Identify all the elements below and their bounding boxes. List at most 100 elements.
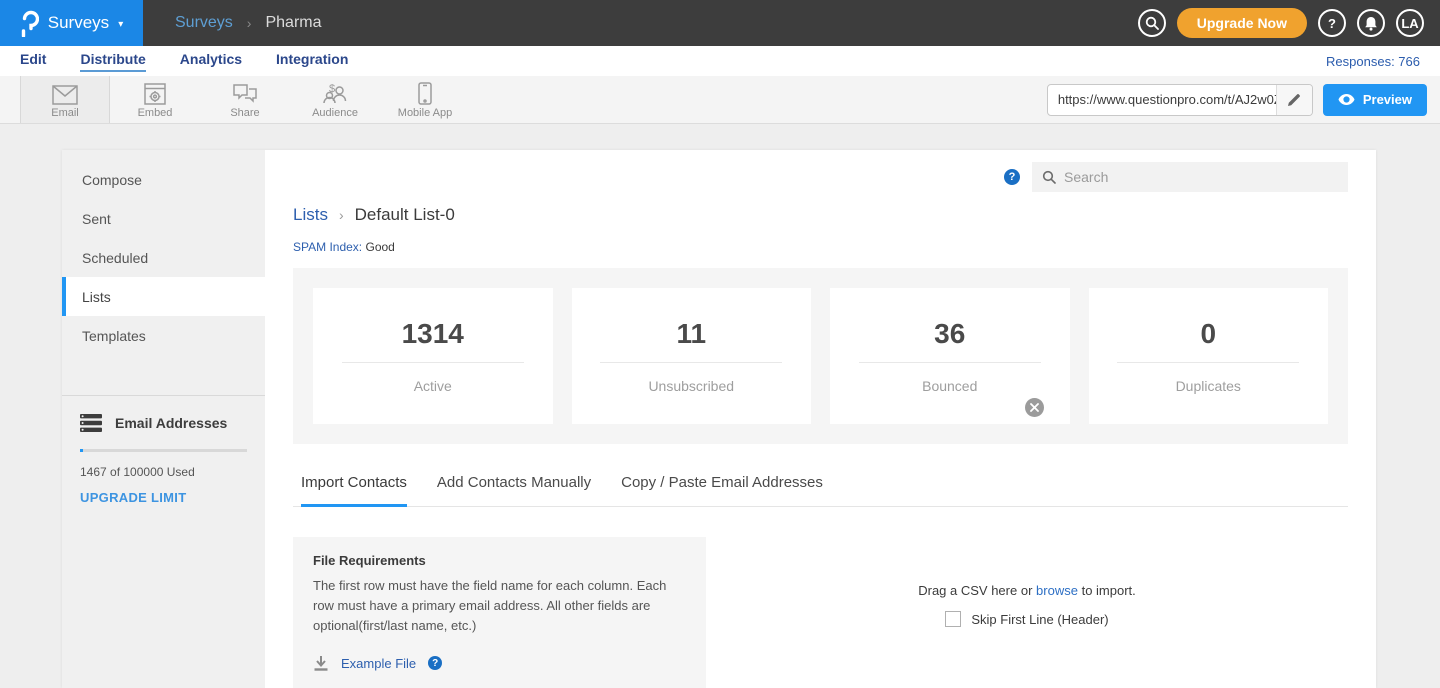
stat-value: 36: [934, 318, 965, 350]
help-button[interactable]: ?: [1318, 9, 1346, 37]
csv-drop-area[interactable]: Drag a CSV here or browse to import. Ski…: [706, 537, 1348, 688]
tab-distribute[interactable]: Distribute: [80, 51, 145, 72]
survey-url-group: https://www.questionpro.com/t/AJ2w0Z0: [1047, 84, 1313, 116]
bell-icon: [1364, 16, 1378, 31]
divider: [859, 362, 1041, 363]
download-icon: [313, 655, 329, 671]
sidebar-item-lists[interactable]: Lists: [62, 277, 265, 316]
edit-url-button[interactable]: [1276, 85, 1312, 115]
mobile-app-icon: [418, 81, 432, 105]
breadcrumb: Surveys › Pharma: [175, 14, 322, 32]
stat-label: Unsubscribed: [648, 378, 734, 394]
drop-text-after: to import.: [1082, 583, 1136, 598]
stat-card-bounced: 36 Bounced: [830, 288, 1070, 424]
search-button[interactable]: [1138, 9, 1166, 37]
divider: [342, 362, 524, 363]
search-input[interactable]: [1064, 169, 1338, 185]
caret-down-icon: ▾: [118, 17, 123, 30]
stat-value: 11: [676, 318, 706, 350]
tab-add-contacts-manually[interactable]: Add Contacts Manually: [437, 474, 591, 507]
notifications-button[interactable]: [1357, 9, 1385, 37]
close-icon: [1030, 403, 1039, 412]
file-requirements-box: File Requirements The first row must hav…: [293, 537, 706, 688]
toolbar-right: https://www.questionpro.com/t/AJ2w0Z0 Pr…: [1047, 76, 1440, 123]
toolbar-item-mobile-app[interactable]: Mobile App: [380, 76, 470, 123]
upgrade-limit-link[interactable]: UPGRADE LIMIT: [80, 490, 247, 505]
questionpro-logo-icon: [20, 10, 39, 37]
browse-link[interactable]: browse: [1036, 583, 1078, 598]
file-requirements-title: File Requirements: [313, 553, 686, 568]
usage-text: 1467 of 100000 Used: [80, 465, 247, 479]
tab-integration[interactable]: Integration: [276, 51, 348, 72]
divider: [1117, 362, 1299, 363]
preview-label: Preview: [1363, 92, 1412, 107]
email-addresses-title: Email Addresses: [115, 415, 227, 431]
skip-first-line-checkbox[interactable]: [945, 611, 961, 627]
spam-index-value: Good: [365, 240, 394, 254]
email-sidebar: Compose Sent Scheduled Lists Templates E…: [62, 150, 265, 688]
drop-instruction: Drag a CSV here or browse to import.: [918, 583, 1136, 598]
email-icon: [52, 81, 78, 105]
stat-card-duplicates: 0 Duplicates: [1089, 288, 1329, 424]
divider: [600, 362, 782, 363]
product-name: Surveys: [48, 13, 109, 33]
chevron-right-icon: ›: [247, 15, 252, 31]
breadcrumb-survey-name: Pharma: [265, 14, 321, 32]
tab-analytics[interactable]: Analytics: [180, 51, 242, 72]
sidebar-spacer: [62, 355, 265, 395]
example-file-link[interactable]: Example File: [341, 656, 416, 671]
search-box[interactable]: [1032, 162, 1348, 192]
sidebar-item-scheduled[interactable]: Scheduled: [62, 238, 265, 277]
toolbar-item-label: Mobile App: [398, 107, 452, 119]
sidebar-item-templates[interactable]: Templates: [62, 316, 265, 355]
product-switcher[interactable]: Surveys ▾: [0, 0, 143, 46]
toolbar-item-label: Audience: [312, 107, 358, 119]
list-detail-panel: ? Lists › Default List-0 SPAM Index: Goo…: [265, 150, 1376, 688]
survey-url[interactable]: https://www.questionpro.com/t/AJ2w0Z0: [1048, 85, 1276, 115]
distribute-toolbar: Email Embed Share $: [0, 76, 1440, 124]
share-icon: [233, 81, 257, 105]
tab-edit[interactable]: Edit: [20, 51, 46, 72]
current-list-name: Default List-0: [355, 205, 455, 225]
usage-progress-fill: [80, 449, 83, 452]
breadcrumb-surveys-link[interactable]: Surveys: [175, 14, 233, 32]
eye-icon: [1338, 94, 1355, 105]
toolbar-item-audience[interactable]: $ Audience: [290, 76, 380, 123]
stat-label: Active: [414, 378, 452, 394]
spam-index: SPAM Index: Good: [293, 240, 1348, 254]
spam-index-label: SPAM Index:: [293, 240, 362, 254]
avatar[interactable]: LA: [1396, 9, 1424, 37]
toolbar-item-label: Email: [51, 107, 79, 119]
responses-count[interactable]: Responses: 766: [1326, 54, 1420, 69]
audience-icon: $: [322, 81, 348, 105]
search-icon: [1145, 16, 1159, 30]
stat-value: 1314: [402, 318, 464, 350]
question-mark-icon: ?: [1328, 16, 1336, 31]
tab-copy-paste-email-addresses[interactable]: Copy / Paste Email Addresses: [621, 474, 823, 507]
stat-card-active: 1314 Active: [313, 288, 553, 424]
list-icon: [80, 414, 102, 432]
stat-card-unsubscribed: 11 Unsubscribed: [572, 288, 812, 424]
example-file-help-icon[interactable]: ?: [428, 656, 442, 670]
lists-link[interactable]: Lists: [293, 205, 328, 225]
toolbar-item-embed[interactable]: Embed: [110, 76, 200, 123]
toolbar-item-email[interactable]: Email: [20, 76, 110, 123]
toolbar-item-label: Embed: [138, 107, 173, 119]
contacts-tabs: Import Contacts Add Contacts Manually Co…: [293, 474, 1348, 507]
toolbar-item-label: Share: [230, 107, 259, 119]
skip-first-line-label: Skip First Line (Header): [971, 612, 1108, 627]
stat-label: Bounced: [922, 378, 977, 394]
tab-import-contacts[interactable]: Import Contacts: [301, 474, 407, 507]
sidebar-item-compose[interactable]: Compose: [62, 160, 265, 199]
list-breadcrumb: Lists › Default List-0: [293, 205, 1348, 225]
lists-page: Compose Sent Scheduled Lists Templates E…: [62, 150, 1376, 688]
stat-value: 0: [1200, 318, 1216, 350]
help-icon[interactable]: ?: [1004, 169, 1020, 185]
upgrade-now-button[interactable]: Upgrade Now: [1177, 8, 1307, 38]
toolbar-item-share[interactable]: Share: [200, 76, 290, 123]
clear-bounced-button[interactable]: [1025, 398, 1044, 417]
preview-button[interactable]: Preview: [1323, 84, 1427, 116]
file-requirements-body: The first row must have the field name f…: [313, 576, 675, 636]
sidebar-item-sent[interactable]: Sent: [62, 199, 265, 238]
survey-nav: Edit Distribute Analytics Integration Re…: [0, 46, 1440, 76]
